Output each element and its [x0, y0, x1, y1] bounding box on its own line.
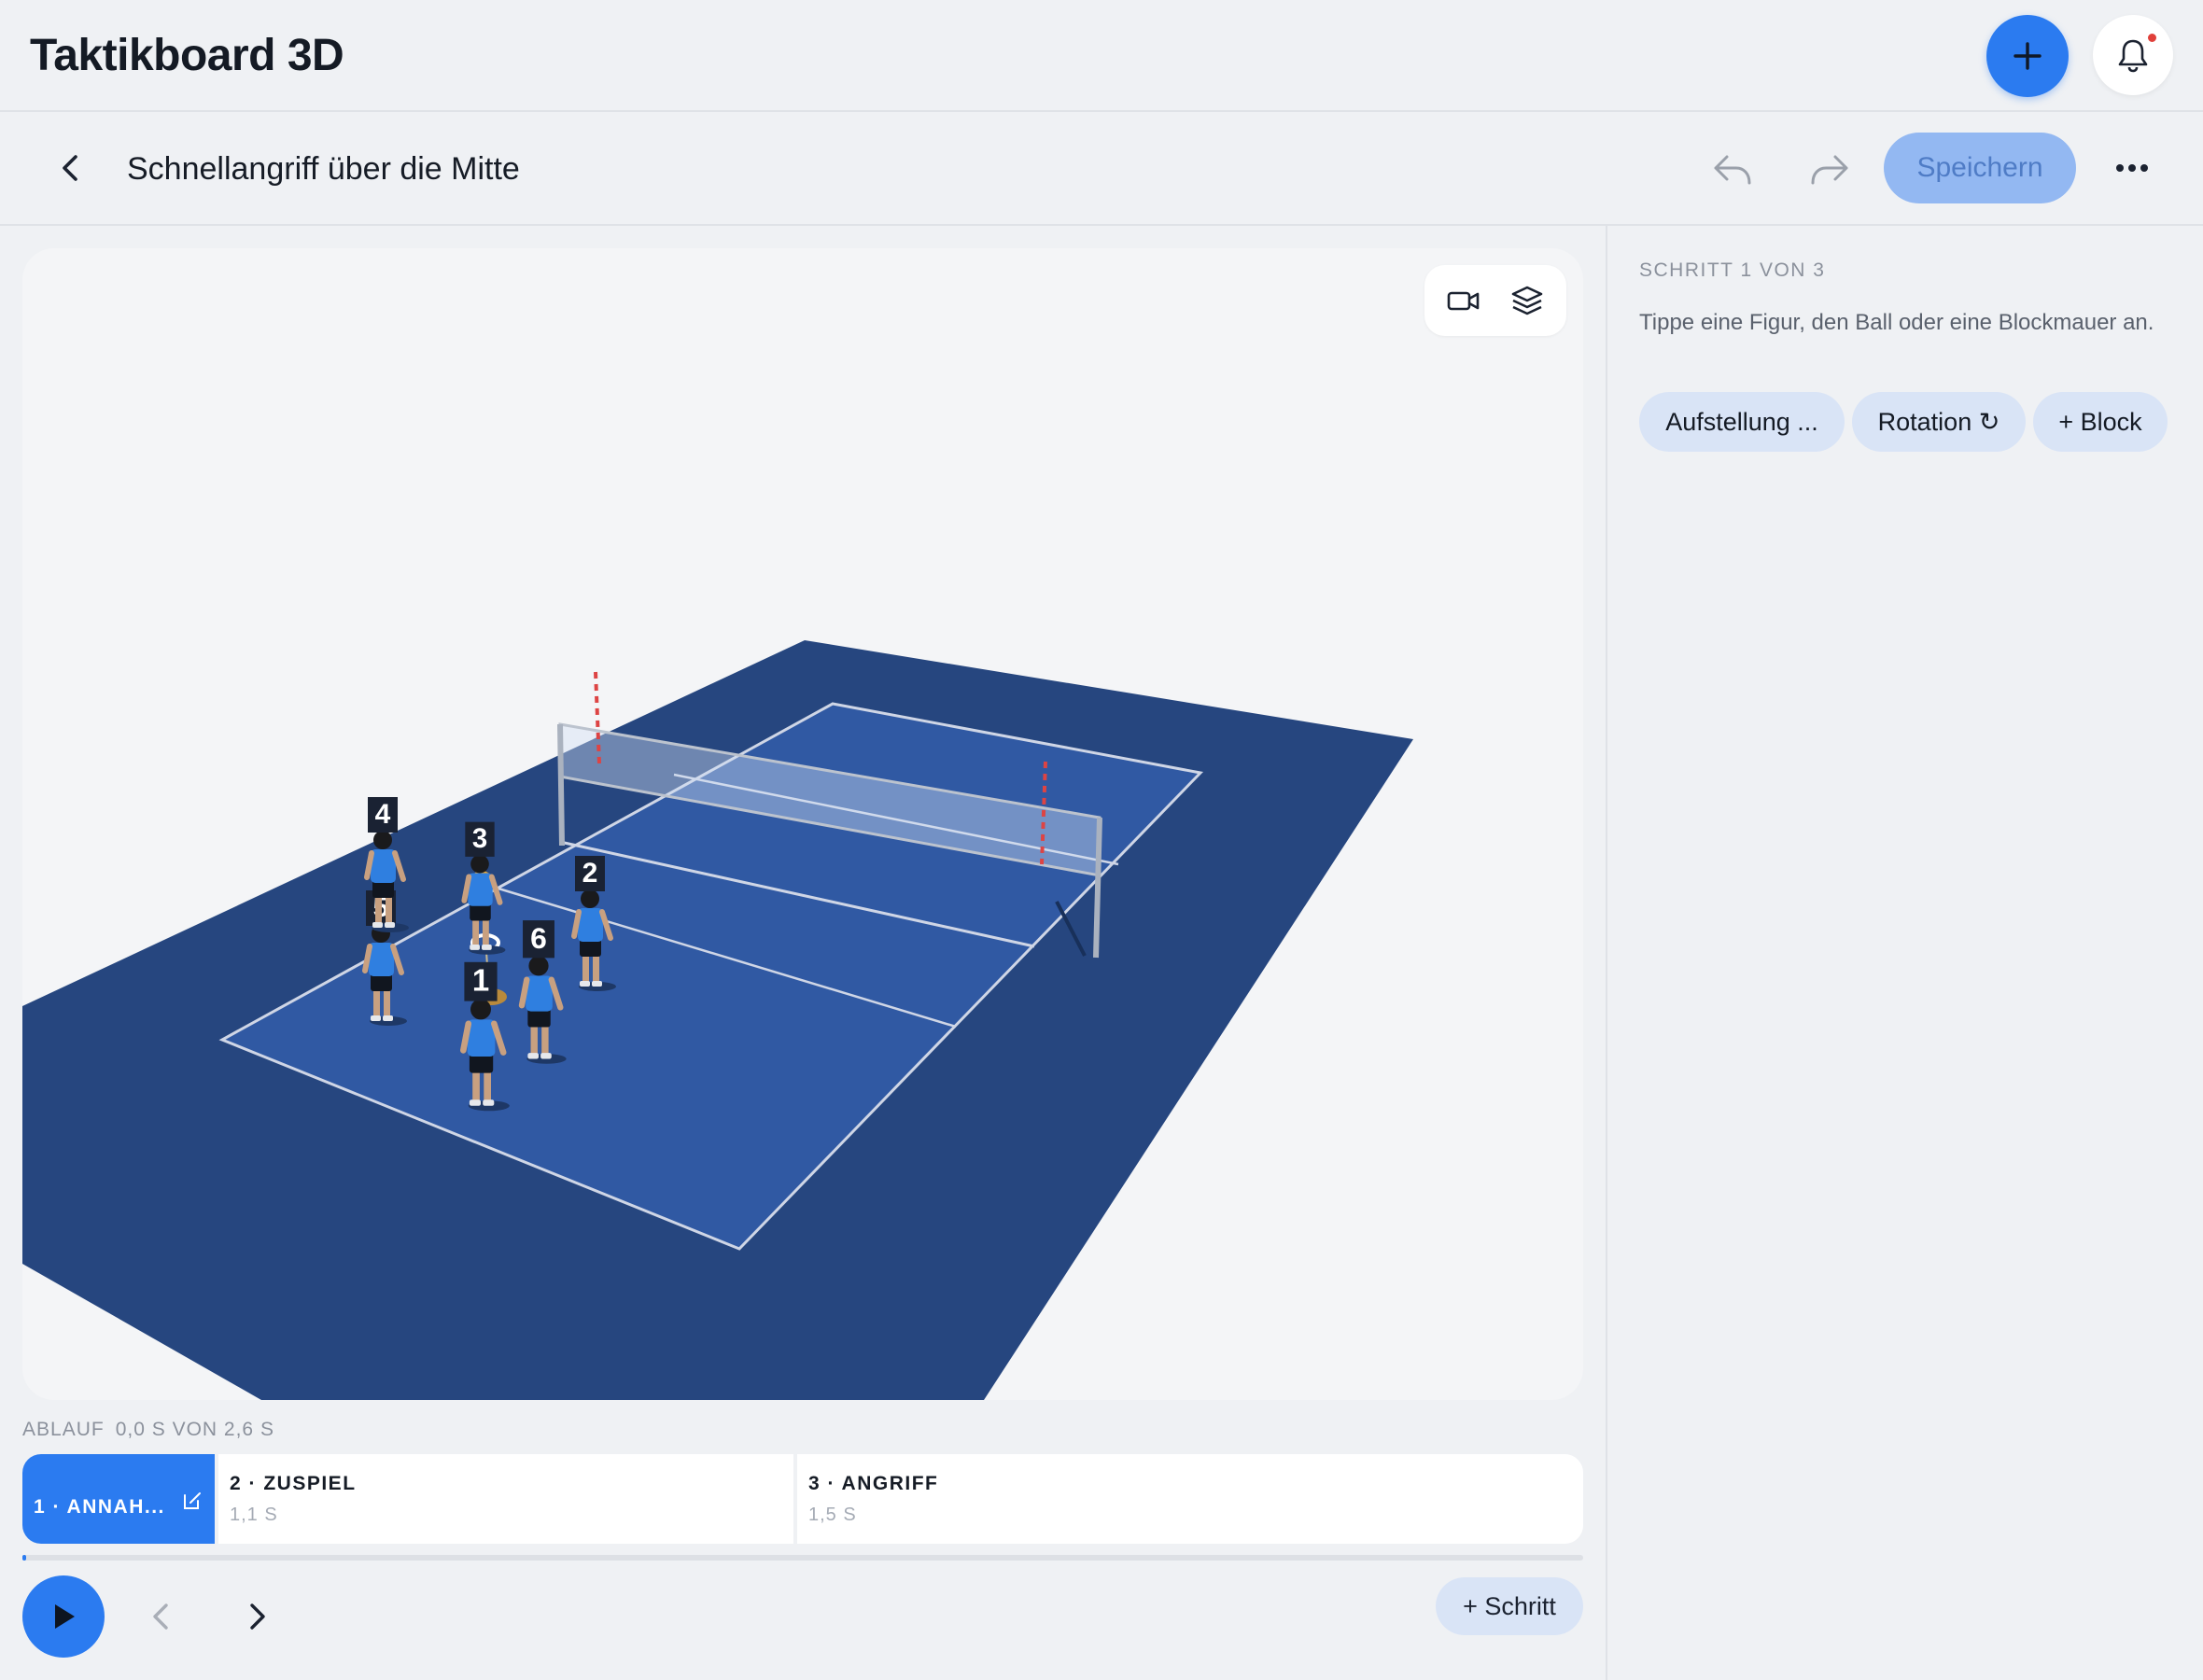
layers-button[interactable] — [1501, 274, 1553, 327]
save-button[interactable]: Speichern — [1884, 133, 2076, 203]
player-number-label: 2 — [582, 858, 598, 889]
hint-text: Tippe eine Figur, den Ball oder eine Blo… — [1639, 310, 2154, 335]
video-camera-icon — [1447, 291, 1480, 311]
step-3-title: 3 · ANGRIFF — [808, 1473, 939, 1494]
player-number-label: 4 — [375, 799, 391, 830]
timeline-time: 0,0 S VON 2,6 S — [115, 1419, 274, 1440]
notification-dot — [2146, 32, 2158, 44]
add-step-button[interactable]: + Schritt — [1436, 1577, 1583, 1635]
document-toolbar: Schnellangriff über die Mitte Speichern — [0, 112, 2203, 226]
step-2[interactable]: 2 · ZUSPIEL 1,1 S — [218, 1454, 793, 1544]
more-horizontal-icon — [2116, 164, 2124, 172]
layers-icon — [1511, 286, 1543, 315]
undo-icon — [1714, 155, 1751, 185]
bell-icon — [2118, 39, 2148, 73]
add-block-chip[interactable]: + Block — [2033, 392, 2168, 452]
step-list: 1 · ANNAH... 2 · ZUSPIEL 1,1 S 3 · ANGRI… — [22, 1454, 1583, 1544]
play-button[interactable] — [22, 1575, 105, 1658]
timeline-label: ABLAUF 0,0 S VON 2,6 S — [22, 1419, 274, 1441]
camera-button[interactable] — [1438, 274, 1490, 327]
previous-step-button[interactable] — [140, 1594, 185, 1639]
chevron-right-icon — [250, 1603, 265, 1630]
view-tools — [1424, 265, 1566, 336]
formation-chip[interactable]: Aufstellung ... — [1639, 392, 1845, 452]
player-number-label: 3 — [472, 823, 487, 854]
undo-button[interactable] — [1710, 149, 1755, 190]
timeline-scrubber[interactable] — [22, 1555, 1583, 1561]
app-title: Taktikboard 3D — [30, 31, 344, 80]
back-button[interactable] — [52, 146, 90, 190]
rotation-chip[interactable]: Rotation ↻ — [1852, 392, 2026, 452]
court-scene[interactable]: 543261 — [22, 248, 1583, 1400]
plus-icon — [2014, 42, 2042, 70]
next-step-button[interactable] — [233, 1594, 278, 1639]
notifications-button[interactable] — [2093, 15, 2173, 95]
edit-icon[interactable] — [181, 1490, 203, 1512]
play-icon — [55, 1604, 75, 1629]
document-title: Schnellangriff über die Mitte — [127, 151, 520, 187]
app-bar: Taktikboard 3D — [0, 0, 2203, 112]
player-number-label: 1 — [472, 963, 489, 998]
step-1[interactable]: 1 · ANNAH... — [22, 1454, 215, 1544]
timeline-title: ABLAUF — [22, 1419, 105, 1440]
step-2-title: 2 · ZUSPIEL — [230, 1473, 357, 1494]
step-3[interactable]: 3 · ANGRIFF 1,5 S — [797, 1454, 1583, 1544]
step-counter: SCHRITT 1 VON 3 — [1639, 259, 1826, 281]
net-pole-right — [1093, 817, 1102, 959]
step-2-duration: 1,1 S — [230, 1505, 278, 1525]
redo-icon — [1811, 155, 1848, 185]
redo-button[interactable] — [1807, 149, 1852, 190]
properties-panel: SCHRITT 1 VON 3 Tippe eine Figur, den Ba… — [1606, 226, 2203, 1680]
player-number-label: 6 — [530, 921, 547, 955]
add-button[interactable] — [1986, 15, 2069, 97]
chevron-left-icon — [153, 1603, 168, 1630]
step-1-title: 1 · ANNAH... — [34, 1496, 165, 1518]
step-3-duration: 1,5 S — [808, 1505, 857, 1525]
net-pole-left — [557, 723, 565, 847]
court-viewport[interactable]: 543261 — [22, 248, 1583, 1400]
chevron-left-icon — [63, 155, 77, 181]
timeline-progress — [22, 1555, 26, 1561]
more-button[interactable] — [2112, 149, 2153, 187]
